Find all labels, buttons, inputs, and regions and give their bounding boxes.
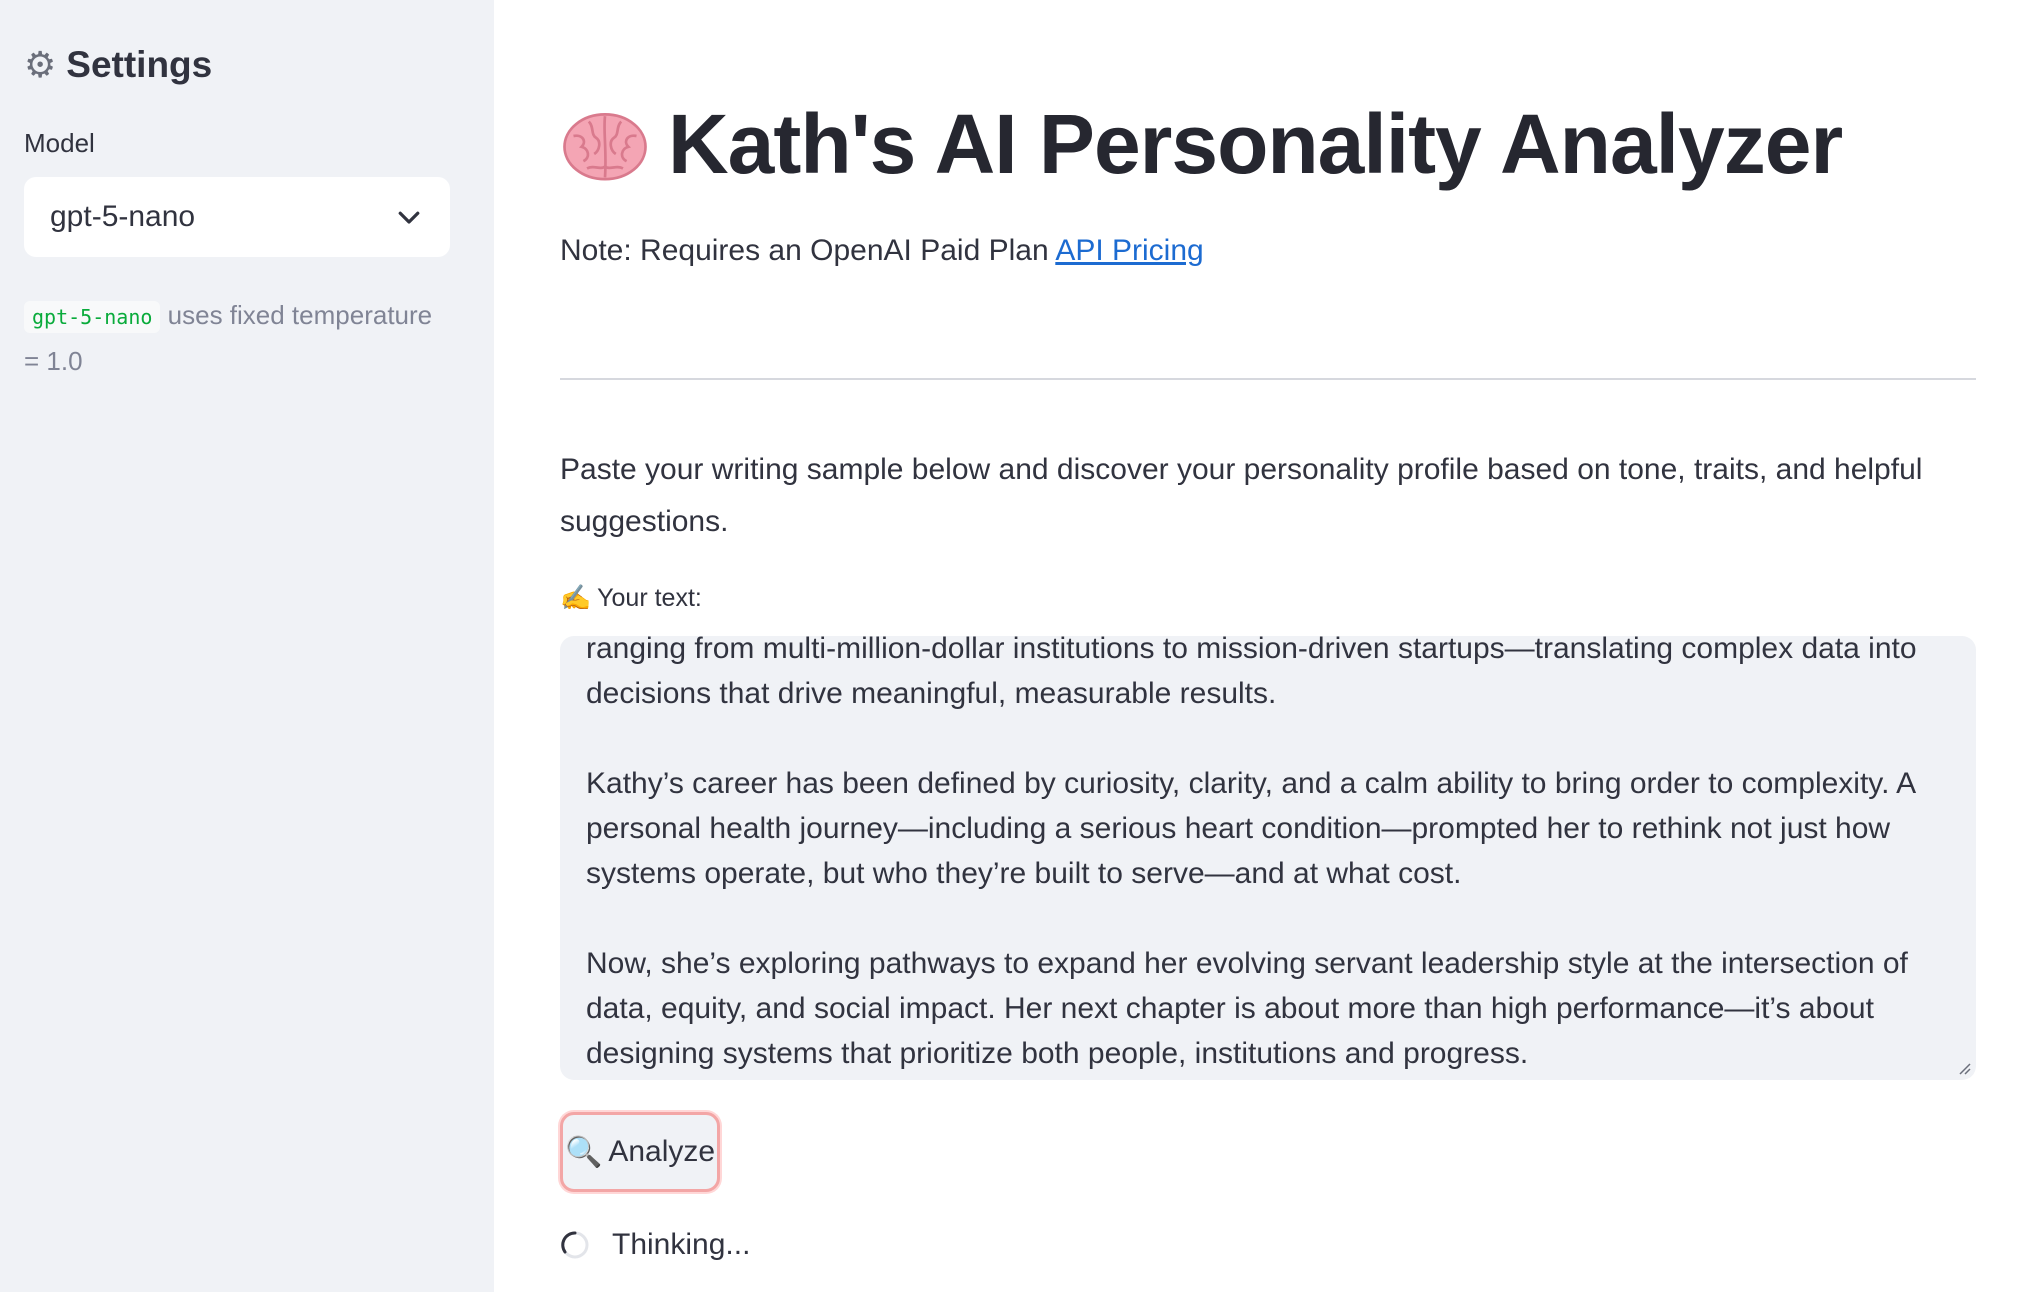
magnifier-icon: 🔍 — [564, 1135, 603, 1169]
model-code: gpt-5-nano — [24, 301, 161, 333]
api-pricing-link[interactable]: API Pricing — [1055, 234, 1203, 267]
sidebar-title: Settings — [66, 44, 213, 85]
intro-text: Paste your writing sample below and disc… — [560, 453, 1923, 538]
resize-handle-icon[interactable] — [1952, 1056, 1974, 1078]
spinner-icon — [561, 1231, 589, 1259]
title-row: Kath's AI Personality Analyzer — [560, 96, 1843, 193]
text-paragraph: Now, she’s exploring pathways to expand … — [586, 947, 1908, 1070]
app-window: ⚙ Settings Model gpt-5-nano gpt-5-nano u… — [0, 0, 2026, 1292]
gear-icon: ⚙ — [24, 44, 57, 85]
main-content: Kath's AI Personality Analyzer Note: Req… — [494, 0, 2026, 1292]
status-text: Thinking... — [612, 1228, 751, 1261]
temperature-caption: gpt-5-nano uses fixed temperature = 1.0 — [24, 293, 450, 383]
analyze-label: Analyze — [608, 1135, 716, 1168]
text-paragraph: Kathy’s career has been defined by curio… — [586, 767, 1915, 890]
text-paragraph: ranging from multi-million-dollar instit… — [586, 636, 1917, 710]
model-selected-value: gpt-5-nano — [50, 200, 196, 233]
analyze-button[interactable]: 🔍 Analyze — [560, 1112, 720, 1192]
divider — [560, 378, 1976, 380]
page-title: Kath's AI Personality Analyzer — [668, 97, 1843, 191]
text-input-label: ✍️ Your text: — [560, 584, 702, 613]
model-select[interactable]: gpt-5-nano — [24, 177, 450, 257]
writing-sample-textarea[interactable]: ranging from multi-million-dollar instit… — [560, 636, 1976, 1080]
note-text: Note: Requires an OpenAI Paid Plan — [560, 234, 1056, 267]
writing-hand-icon: ✍️ — [560, 584, 592, 612]
sidebar: ⚙ Settings Model gpt-5-nano gpt-5-nano u… — [0, 0, 494, 1292]
thinking-status: Thinking... — [560, 1228, 750, 1262]
sidebar-header: ⚙ Settings — [24, 44, 450, 86]
text-label: Your text: — [597, 584, 702, 612]
chevron-down-icon — [398, 211, 420, 224]
brain-icon — [563, 112, 647, 181]
paid-plan-note: Note: Requires an OpenAI Paid Plan API P… — [560, 234, 1204, 268]
model-label: Model — [24, 128, 95, 158]
